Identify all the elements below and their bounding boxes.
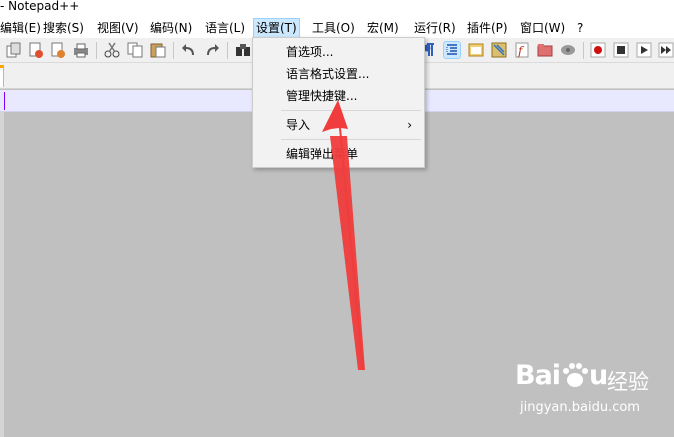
settings-dropdown-menu: 首选项... 语言格式设置... 管理快捷键... 导入 › 编辑弹出菜单	[252, 37, 425, 168]
toolbar-separator	[96, 42, 97, 59]
folder-workspace-icon[interactable]	[537, 42, 553, 58]
menu-view[interactable]: 视图(V)	[95, 19, 141, 37]
text-caret	[4, 92, 5, 110]
menu-plugins[interactable]: 插件(P)	[465, 19, 510, 37]
menu-item-label: 语言格式设置...	[286, 67, 370, 81]
menu-tools[interactable]: 工具(O)	[310, 19, 357, 37]
run-macro-multiple-icon[interactable]	[658, 42, 674, 58]
menu-bar: 编辑(E) 搜索(S) 视图(V) 编码(N) 语言(L) 设置(T) 工具(O…	[0, 16, 674, 38]
menu-item-preferences[interactable]: 首选项...	[253, 41, 424, 63]
monitor-icon[interactable]	[560, 42, 576, 58]
function-list-icon[interactable]: f	[514, 42, 530, 58]
record-macro-icon[interactable]	[590, 42, 606, 58]
window-title: - Notepad++	[0, 0, 80, 13]
print-icon[interactable]	[73, 42, 89, 58]
menu-item-style-configurator[interactable]: 语言格式设置...	[253, 63, 424, 85]
menu-item-label: 导入	[286, 118, 311, 132]
toolbar-separator	[227, 42, 228, 59]
menu-item-edit-context-menu[interactable]: 编辑弹出菜单	[253, 143, 424, 165]
menu-window[interactable]: 窗口(W)	[518, 19, 567, 37]
stop-macro-icon[interactable]	[613, 42, 629, 58]
copy-icon[interactable]	[127, 42, 143, 58]
menu-item-label: 编辑弹出菜单	[286, 147, 359, 161]
menu-item-shortcut-mapper[interactable]: 管理快捷键...	[253, 85, 424, 107]
watermark-jingyan: 经验	[607, 370, 649, 394]
menu-separator	[281, 110, 421, 111]
watermark-logo: Bai	[515, 360, 561, 391]
menu-macro[interactable]: 宏(M)	[365, 19, 401, 37]
submenu-arrow-icon: ›	[407, 118, 412, 132]
undo-icon[interactable]	[181, 42, 197, 58]
close-icon[interactable]	[28, 42, 44, 58]
baidu-jingyan-watermark: Bai u 经验 jingyan.baidu.com	[515, 360, 670, 430]
menu-help[interactable]: ?	[575, 19, 585, 37]
menu-encoding[interactable]: 编码(N)	[148, 19, 194, 37]
line-number-gutter	[0, 90, 4, 437]
redo-icon[interactable]	[204, 42, 220, 58]
menu-item-label: 首选项...	[286, 45, 334, 59]
indent-guide-icon[interactable]	[443, 41, 461, 59]
close-all-but-icon[interactable]	[50, 42, 66, 58]
file-tab[interactable]	[0, 65, 4, 87]
toolbar-separator	[173, 42, 174, 59]
menu-edit[interactable]: 编辑(E)	[0, 19, 43, 37]
toolbar-separator	[583, 42, 584, 59]
menu-language[interactable]: 语言(L)	[203, 19, 247, 37]
close-all-icon[interactable]	[6, 42, 22, 58]
play-macro-icon[interactable]	[636, 42, 652, 58]
menu-search[interactable]: 搜索(S)	[41, 19, 86, 37]
cut-icon[interactable]	[104, 42, 120, 58]
find-icon[interactable]	[235, 42, 251, 58]
user-lang-icon[interactable]	[468, 42, 484, 58]
menu-run[interactable]: 运行(R)	[412, 19, 458, 37]
menu-settings[interactable]: 设置(T)	[253, 18, 300, 38]
watermark-url: jingyan.baidu.com	[520, 400, 640, 415]
active-tab-indicator	[0, 65, 4, 68]
paw-logo-icon	[563, 363, 588, 387]
menu-separator	[281, 139, 421, 140]
paste-icon[interactable]	[150, 42, 166, 58]
doc-map-icon[interactable]	[491, 42, 507, 58]
title-bar: - Notepad++	[0, 0, 674, 16]
menu-item-import[interactable]: 导入 ›	[253, 114, 424, 136]
watermark-logo-suffix: u	[589, 360, 608, 391]
menu-item-label: 管理快捷键...	[286, 89, 358, 103]
